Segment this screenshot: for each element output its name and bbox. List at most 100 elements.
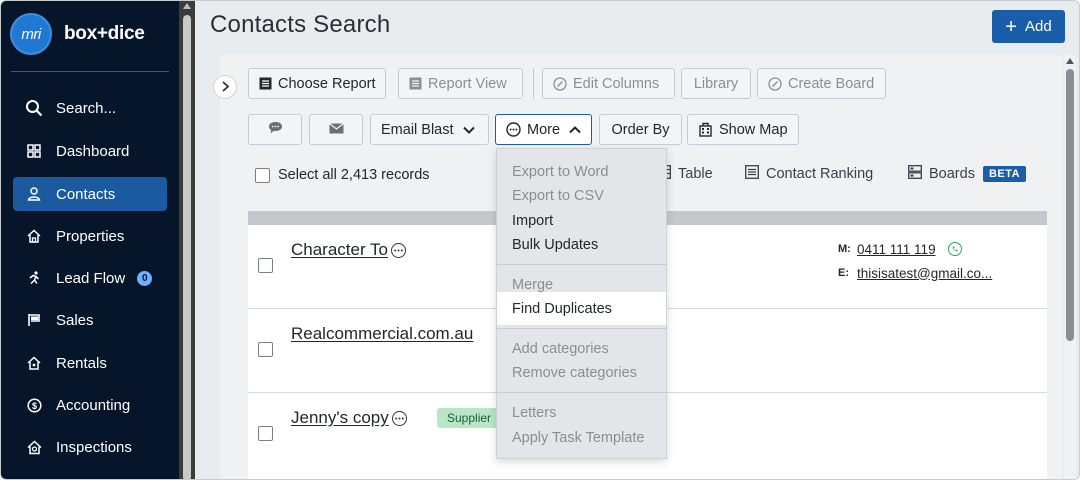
select-all-label: Select all 2,413 records [278,167,430,183]
content-scroll-thumb[interactable] [1066,69,1074,341]
sidebar: mri box+dice Search... Dashboard Contact… [1,1,179,479]
chat-bubble-icon [268,121,283,138]
add-button[interactable]: + Add [992,10,1065,43]
order-by-button[interactable]: Order By [599,114,682,145]
sidebar-item-sales[interactable]: Sales [13,303,167,337]
dollar-circle-icon: $ [23,397,45,413]
envelope-icon [328,122,344,138]
view-table-link[interactable]: Table [660,165,713,182]
choose-report-button[interactable]: Choose Report [248,68,386,99]
scroll-up-arrow-icon[interactable] [183,3,191,9]
sidebar-item-rentals[interactable]: Rentals [13,346,167,380]
mobile-number-link[interactable]: 0411 111 119 [857,242,936,257]
sidebar-item-label: Inspections [56,438,132,456]
more-dots-icon[interactable] [391,410,407,426]
more-dots-icon[interactable] [391,242,407,258]
whatsapp-icon[interactable] [947,242,962,256]
email-blast-dropdown[interactable]: Email Blast [370,114,489,145]
sidebar-item-search[interactable]: Search... [13,91,167,125]
sidebar-item-contacts[interactable]: Contacts [13,177,167,211]
mobile-line: M: 0411 111 119 [838,237,992,261]
email-link[interactable]: thisisatest@gmail.co... [857,266,992,281]
report-view-icon [409,77,422,90]
more-dots-icon [506,122,521,137]
sidebar-item-accounting[interactable]: $ Accounting [13,388,167,422]
svg-text:$: $ [31,401,36,411]
sidebar-item-label: Accounting [56,396,131,414]
add-button-label: Add [1024,18,1052,35]
library-label: Library [693,75,739,92]
sidebar-item-properties[interactable]: Properties [13,219,167,253]
contact-name-link[interactable]: Realcommercial.com.au [291,324,473,344]
rental-house-icon [23,356,45,370]
menu-item-export-word[interactable]: Export to Word [497,159,666,184]
menu-divider [497,328,666,329]
chevron-up-icon [569,125,581,134]
view-boards-link[interactable]: Boards BETA [908,165,1027,182]
report-view-button[interactable]: Report View [398,68,523,99]
menu-item-remove-categories[interactable]: Remove categories [497,360,666,385]
sidebar-divider [11,71,169,72]
menu-item-find-duplicates[interactable]: Find Duplicates [497,292,666,325]
report-icon [259,77,272,90]
sidebar-item-dashboard[interactable]: Dashboard [13,134,167,168]
expand-filters-button[interactable] [213,75,237,99]
sms-button[interactable] [248,114,302,145]
email-button[interactable] [309,114,363,145]
more-menu: Export to Word Export to CSV Import Bulk… [496,148,667,459]
menu-item-letters[interactable]: Letters [497,400,666,425]
select-all-checkbox[interactable] [255,167,270,183]
email-blast-label: Email Blast [381,121,454,138]
contact-name: Jenny's copy [291,408,389,427]
toolbar-divider [533,68,534,99]
house-icon [23,229,45,243]
sidebar-item-label: Contacts [56,185,116,203]
more-dropdown[interactable]: More [495,114,592,145]
view-contact-ranking-label: Contact Ranking [766,165,874,182]
library-button[interactable]: Library [681,68,751,99]
sidebar-scroll-thumb[interactable] [183,15,191,479]
contact-name-link[interactable]: Character To [291,240,407,260]
runner-icon [23,271,45,285]
select-all-row[interactable]: Select all 2,413 records [255,167,430,183]
edit-columns-button[interactable]: Edit Columns [542,68,675,99]
row-checkbox[interactable] [258,258,273,273]
scroll-up-arrow-icon[interactable] [1066,58,1074,64]
sidebar-item-label: Search... [56,99,117,117]
create-board-label: Create Board [788,75,875,92]
page-title: Contacts Search [210,11,391,38]
row-checkbox[interactable] [258,342,273,357]
app-window: mri box+dice Search... Dashboard Contact… [0,0,1080,480]
menu-item-export-csv[interactable]: Export to CSV [497,183,666,208]
sign-icon [23,313,45,327]
contact-details: M: 0411 111 119 E: thisisatest@gmail.co.… [838,237,992,285]
edit-columns-label: Edit Columns [573,75,660,92]
dashboard-icon [23,144,45,158]
sidebar-item-label: Dashboard [56,142,130,160]
chevron-right-icon [221,80,230,95]
mobile-label: M: [838,243,851,255]
sidebar-scrollbar[interactable] [179,1,195,479]
menu-item-import[interactable]: Import [497,208,666,233]
create-board-button[interactable]: Create Board [757,68,886,99]
row-checkbox[interactable] [258,426,273,441]
chevron-down-icon [462,126,475,134]
view-contact-ranking-link[interactable]: Contact Ranking [745,165,873,182]
order-by-label: Order By [611,121,670,138]
contact-name-link[interactable]: Jenny's copy [291,408,407,428]
view-table-label: Table [678,165,713,182]
sidebar-item-inspections[interactable]: Inspections [13,430,167,464]
menu-item-add-categories[interactable]: Add categories [497,336,666,361]
mri-logo: mri [10,13,52,55]
sidebar-item-lead-flow[interactable]: Lead Flow 0 [13,261,167,295]
menu-divider [497,264,666,265]
report-view-label: Report View [428,75,507,92]
menu-item-apply-task-template[interactable]: Apply Task Template [497,425,666,450]
show-map-button[interactable]: Show Map [687,114,799,145]
sidebar-item-label: Sales [56,311,94,329]
menu-item-bulk-updates[interactable]: Bulk Updates [497,232,666,257]
brand[interactable]: mri box+dice [10,11,145,57]
content-scrollbar[interactable] [1064,55,1076,479]
boards-icon [908,165,922,182]
contact-name: Character To [291,240,389,259]
